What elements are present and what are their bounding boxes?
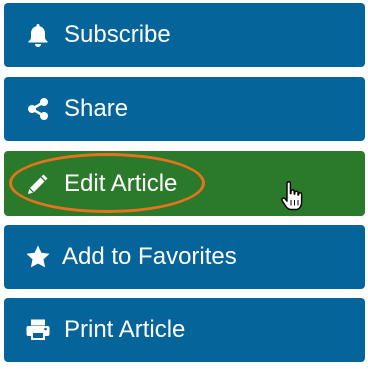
edit-article-label: Edit Article	[64, 169, 178, 197]
add-to-favorites-button[interactable]: Add to Favorites	[4, 225, 365, 289]
article-actions-menu: Subscribe Share Edit Article Add to Favo…	[0, 0, 368, 369]
edit-article-button[interactable]: Edit Article	[4, 151, 365, 216]
share-icon	[24, 95, 52, 123]
printer-icon	[24, 316, 52, 344]
subscribe-label: Subscribe	[64, 21, 171, 48]
pencil-icon	[24, 170, 52, 198]
star-icon	[24, 243, 52, 271]
bell-icon	[24, 21, 52, 49]
print-article-label: Print Article	[64, 316, 186, 343]
add-to-favorites-label: Add to Favorites	[62, 243, 237, 270]
share-button[interactable]: Share	[4, 77, 365, 141]
print-article-button[interactable]: Print Article	[4, 298, 365, 362]
subscribe-button[interactable]: Subscribe	[4, 3, 365, 67]
share-label: Share	[64, 95, 129, 122]
